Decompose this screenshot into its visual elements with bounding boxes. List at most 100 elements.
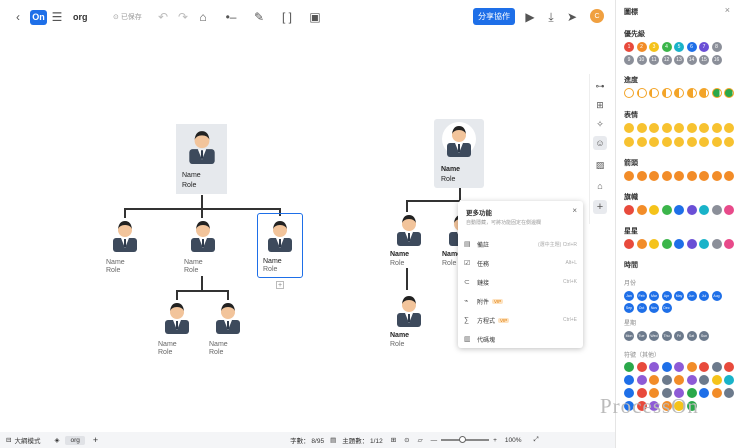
weekday-icon[interactable]: Thu	[661, 331, 672, 341]
present-icon[interactable]: ▶	[520, 7, 540, 27]
priority-icon[interactable]: 2	[636, 42, 647, 52]
add-child-icon[interactable]: +	[276, 281, 284, 289]
star-icon[interactable]	[711, 239, 722, 249]
priority-icon[interactable]: 15	[699, 55, 709, 65]
user-avatar[interactable]: C	[590, 9, 604, 23]
priority-icon[interactable]: 6	[686, 42, 697, 52]
emoji-icon[interactable]	[649, 123, 659, 133]
menu-item-1[interactable]: ☑ 任務 Alt+L	[464, 256, 577, 270]
frame-icon[interactable]: ▣	[305, 7, 325, 27]
symbol-icon[interactable]	[686, 362, 697, 372]
symbol-icon[interactable]	[699, 388, 709, 398]
weekday-icon[interactable]: Sat	[686, 331, 697, 341]
symbol-icon[interactable]	[649, 375, 659, 385]
priority-icon[interactable]: 5	[674, 42, 684, 52]
emoji-icon[interactable]: ☺	[593, 136, 607, 150]
send-icon[interactable]: ➤	[562, 7, 582, 27]
month-icon[interactable]: Dec	[661, 303, 672, 313]
symbol-icon[interactable]	[624, 375, 634, 385]
star-icon[interactable]	[636, 239, 647, 249]
star-icon[interactable]	[724, 239, 734, 249]
emoji-icon[interactable]	[686, 123, 697, 133]
month-icon[interactable]: Feb	[636, 291, 647, 301]
flag-icon[interactable]	[686, 205, 697, 215]
symbol-icon[interactable]	[711, 375, 722, 385]
star-icon[interactable]	[699, 239, 709, 249]
org-node[interactable]: Name Role	[390, 212, 430, 270]
emoji-icon[interactable]	[661, 137, 672, 147]
star-icon[interactable]	[686, 239, 697, 249]
symbol-icon[interactable]	[711, 388, 722, 398]
symbol-icon[interactable]	[724, 388, 734, 398]
symbol-icon[interactable]	[724, 362, 734, 372]
connector-icon[interactable]: •–	[221, 7, 241, 27]
month-icon[interactable]: Oct	[636, 303, 647, 313]
progress-icon[interactable]	[686, 88, 697, 98]
flag-icon[interactable]	[711, 205, 722, 215]
zoom-in-icon[interactable]: +	[493, 437, 497, 444]
symbol-icon[interactable]	[724, 375, 734, 385]
emoji-icon[interactable]	[711, 123, 722, 133]
arrow-icon[interactable]	[674, 171, 684, 181]
format-painter-icon[interactable]: ⌂	[193, 7, 213, 27]
close-icon[interactable]: ×	[725, 5, 730, 15]
undo-icon[interactable]: ↶	[153, 7, 173, 27]
org-node[interactable]: Name Role	[184, 218, 224, 276]
emoji-icon[interactable]	[724, 137, 734, 147]
emoji-icon[interactable]	[724, 123, 734, 133]
priority-icon[interactable]: 14	[686, 55, 697, 65]
progress-icon[interactable]	[636, 88, 647, 98]
star-icon[interactable]	[661, 239, 672, 249]
star-icon[interactable]	[624, 239, 634, 249]
priority-icon[interactable]: 11	[649, 55, 659, 65]
tag-icon[interactable]: ⌂	[593, 179, 607, 193]
emoji-icon[interactable]	[661, 123, 672, 133]
flag-icon[interactable]	[624, 205, 634, 215]
zoom-slider-handle[interactable]	[459, 436, 467, 444]
emoji-icon[interactable]	[636, 123, 647, 133]
target-icon[interactable]: ⊙	[404, 436, 409, 444]
org-node[interactable]: Name Role	[442, 212, 458, 270]
month-icon[interactable]: Sep	[624, 303, 634, 313]
weekday-icon[interactable]: Wed	[649, 331, 659, 341]
connector-icon[interactable]: ⊶	[593, 79, 607, 93]
flag-icon[interactable]	[674, 205, 684, 215]
org-node[interactable]: Name Role	[106, 218, 146, 276]
hamburger-icon[interactable]: ☰	[47, 7, 67, 27]
weekday-icon[interactable]: Fri	[674, 331, 684, 341]
arrow-icon[interactable]	[624, 171, 634, 181]
flag-icon[interactable]	[649, 205, 659, 215]
priority-icon[interactable]: 16	[711, 55, 722, 65]
fullscreen-icon[interactable]: ⤢	[534, 436, 539, 444]
arrow-icon[interactable]	[649, 171, 659, 181]
close-icon[interactable]: ×	[572, 206, 577, 215]
month-icon[interactable]: May	[674, 291, 684, 301]
star-icon[interactable]	[674, 239, 684, 249]
symbol-icon[interactable]	[674, 362, 684, 372]
symbol-icon[interactable]	[699, 375, 709, 385]
symbol-icon[interactable]	[661, 362, 672, 372]
emoji-icon[interactable]	[699, 137, 709, 147]
weekday-icon[interactable]: Tue	[636, 331, 647, 341]
emoji-icon[interactable]	[624, 137, 634, 147]
sheet-tab[interactable]: org	[65, 435, 85, 445]
weekday-icon[interactable]: Mon	[624, 331, 634, 341]
flag-icon[interactable]	[699, 205, 709, 215]
symbol-icon[interactable]	[649, 362, 659, 372]
flag-icon[interactable]	[636, 205, 647, 215]
flag-icon[interactable]	[661, 205, 672, 215]
priority-icon[interactable]: 10	[636, 55, 647, 65]
symbol-icon[interactable]	[636, 362, 647, 372]
emoji-icon[interactable]	[699, 123, 709, 133]
magic-icon[interactable]: ✧	[593, 117, 607, 131]
emoji-icon[interactable]	[624, 123, 634, 133]
month-icon[interactable]: Jan	[624, 291, 634, 301]
grid-icon[interactable]: ⊞	[391, 436, 396, 444]
plus-icon[interactable]: +	[593, 200, 607, 214]
emoji-icon[interactable]	[636, 137, 647, 147]
symbol-icon[interactable]	[699, 362, 709, 372]
map-icon[interactable]: ▱	[418, 436, 423, 444]
weekday-icon[interactable]: Sun	[699, 331, 709, 341]
structure-icon[interactable]: ⊞	[593, 98, 607, 112]
symbol-icon[interactable]	[674, 375, 684, 385]
